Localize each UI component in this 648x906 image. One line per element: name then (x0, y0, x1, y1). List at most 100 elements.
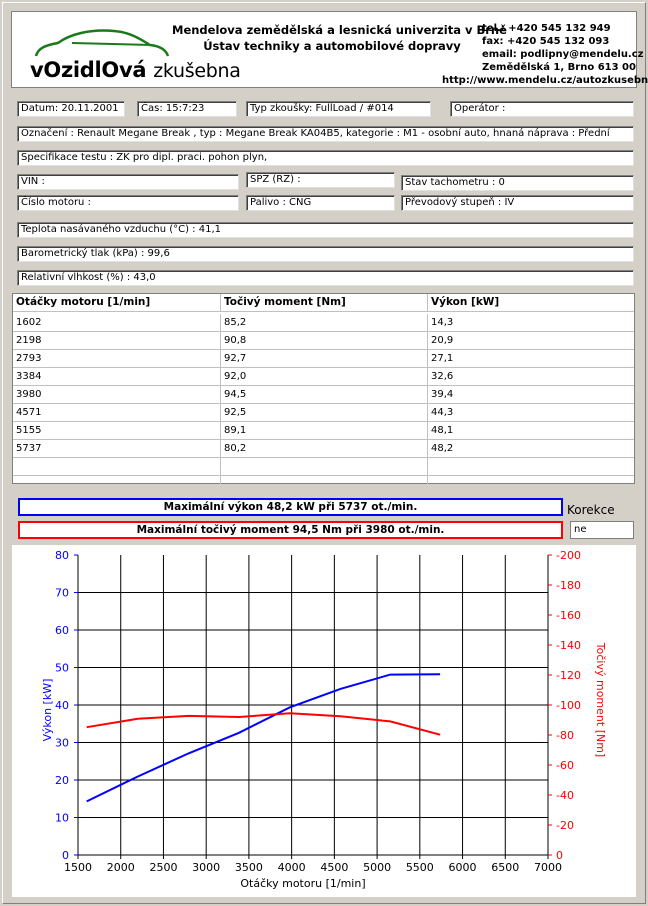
time-field: Čas: 15:7:23 (137, 101, 237, 117)
table-row-empty[interactable] (13, 458, 634, 476)
x-tick-label: 2000 (107, 861, 135, 874)
power-cell: 27,1 (431, 353, 454, 364)
odometer-field: Stav tachometru : 0 (401, 175, 634, 191)
y-right-tick-label: -100 (556, 699, 581, 712)
torque-cell: 92,7 (221, 350, 428, 368)
max-power-box: Maximální výkon 48,2 kW při 5737 ot./min… (18, 498, 563, 516)
torque-cell: 89,1 (221, 422, 428, 440)
barometric-pressure-field: Barometrický tlak (kPa) : 99,6 (17, 246, 634, 262)
rpm-cell: 5737 (13, 440, 221, 458)
y-left-tick-label: 40 (55, 699, 69, 712)
y-right-tick-label: -200 (556, 549, 581, 562)
x-tick-label: 5500 (406, 861, 434, 874)
contact-fax: fax: +420 545 132 093 (482, 36, 610, 47)
table-row[interactable]: 5737 80,2 48,2 (13, 440, 634, 458)
x-tick-label: 6000 (449, 861, 477, 874)
power-cell: 48,2 (431, 443, 454, 454)
y-right-tick-label: 0 (556, 849, 563, 862)
operator-field: Operátor : (450, 101, 634, 117)
table-row[interactable]: 1602 85,2 14,3 (13, 314, 634, 332)
y-left-tick-label: 10 (55, 812, 69, 825)
y-left-tick-label: 20 (55, 774, 69, 787)
relative-humidity-field: Relativní vlhkost (%) : 43,0 (17, 270, 634, 286)
chart-panel: 1500 2000 2500 3000 3500 4000 4500 5000 5500 6000… (12, 545, 636, 897)
date-field: Datum: 20.11.2001 (17, 101, 125, 117)
logo-text: vOzidlOvá zkušebna (30, 58, 241, 82)
y-left-tick-label: 50 (55, 662, 69, 675)
rpm-cell: 3980 (13, 386, 221, 404)
empty-cell (13, 476, 221, 484)
x-axis-label: Otáčky motoru [1/min] (240, 877, 365, 890)
x-tick-label: 2500 (149, 861, 177, 874)
power-cell: 48,1 (431, 425, 454, 436)
table-row[interactable]: 5155 89,1 48,1 (13, 422, 634, 440)
column-header-power: Výkon [kW] (431, 296, 500, 308)
x-tick-label: 1500 (64, 861, 92, 874)
correction-label: Korekce (567, 503, 615, 517)
y-right-tick-label: -120 (556, 669, 581, 682)
y-left-tick-label: 60 (55, 624, 69, 637)
table-row-empty (13, 476, 634, 484)
contact-block: tel.: +420 545 132 949 fax: +420 545 132… (442, 22, 648, 87)
y-right-tick-label: -40 (556, 789, 574, 802)
x-tick-label: 5000 (363, 861, 391, 874)
torque-cell: 85,2 (221, 314, 428, 332)
table-row[interactable]: 2198 90,8 20,9 (13, 332, 634, 350)
y-right-tick-label: -20 (556, 819, 574, 832)
power-cell: 44,3 (431, 407, 454, 418)
contact-address: Zemědělská 1, Brno 613 00 (482, 62, 636, 73)
rpm-cell: 1602 (13, 314, 221, 332)
report-header: vOzidlOvá zkušebna Mendelova zemědělská … (11, 11, 648, 88)
table-row[interactable]: 4571 92,5 44,3 (13, 404, 634, 422)
fuel-field: Palivo : CNG (246, 195, 395, 211)
column-header-rpm: Otáčky motoru [1/min] (13, 294, 221, 312)
empty-cell (221, 458, 428, 476)
car-logo-icon (34, 29, 170, 57)
y-right-tick-label: -160 (556, 609, 581, 622)
rpm-cell: 5155 (13, 422, 221, 440)
logo-prefix: vOzidlOvá (30, 58, 147, 82)
empty-cell (428, 458, 634, 476)
y-axis-left-label: Výkon [kW] (41, 679, 54, 742)
column-header-torque: Točivý moment [Nm] (221, 294, 428, 312)
power-cell: 39,4 (431, 389, 454, 400)
vehicle-designation-field: Označení : Renault Megane Break , typ : … (17, 126, 634, 142)
torque-cell: 90,8 (221, 332, 428, 350)
vin-field: VIN : (17, 174, 239, 190)
x-tick-label: 3500 (235, 861, 263, 874)
table-row[interactable]: 3384 92,0 32,6 (13, 368, 634, 386)
power-cell: 20,9 (431, 335, 454, 346)
y-left-tick-label: 80 (55, 549, 69, 562)
table-header-row: Otáčky motoru [1/min] Točivý moment [Nm]… (13, 294, 634, 312)
rpm-cell: 2793 (13, 350, 221, 368)
y-right-tick-label: -140 (556, 639, 581, 652)
x-tick-label: 3000 (192, 861, 220, 874)
table-row[interactable]: 2793 92,7 27,1 (13, 350, 634, 368)
rpm-cell: 2198 (13, 332, 221, 350)
contact-tel: tel.: +420 545 132 949 (482, 23, 611, 34)
rpm-cell: 3384 (13, 368, 221, 386)
spz-field: SPZ (RZ) : (246, 172, 395, 188)
gear-field: Převodový stupeň : IV (401, 195, 634, 211)
table-row[interactable]: 3980 94,5 39,4 (13, 386, 634, 404)
intake-temperature-field: Teplota nasávaného vzduchu (°C) : 41,1 (17, 222, 634, 238)
power-cell: 14,3 (431, 317, 454, 328)
max-torque-box: Maximální točivý moment 94,5 Nm při 3980… (18, 521, 563, 539)
torque-cell: 92,5 (221, 404, 428, 422)
x-tick-label: 7000 (534, 861, 562, 874)
torque-cell: 94,5 (221, 386, 428, 404)
power-torque-chart: 1500 2000 2500 3000 3500 4000 4500 5000 5500 6000… (41, 549, 607, 890)
correction-field[interactable]: ne (570, 521, 634, 539)
power-cell: 32,6 (431, 371, 454, 382)
y-left-tick-label: 30 (55, 737, 69, 750)
y-axis-right-label: Točivý moment [Nm] (594, 642, 607, 757)
x-tick-label: 4500 (320, 861, 348, 874)
y-right-tick-label: -180 (556, 579, 581, 592)
power-series-line (86, 673, 441, 803)
measurement-table[interactable]: Otáčky motoru [1/min] Točivý moment [Nm]… (12, 293, 635, 484)
empty-cell (13, 458, 221, 476)
test-specification-field: Specifikace testu : ZK pro dipl. praci. … (17, 150, 634, 166)
rpm-cell: 4571 (13, 404, 221, 422)
contact-email: email: podlipny@mendelu.cz (482, 49, 644, 60)
torque-cell: 80,2 (221, 440, 428, 458)
